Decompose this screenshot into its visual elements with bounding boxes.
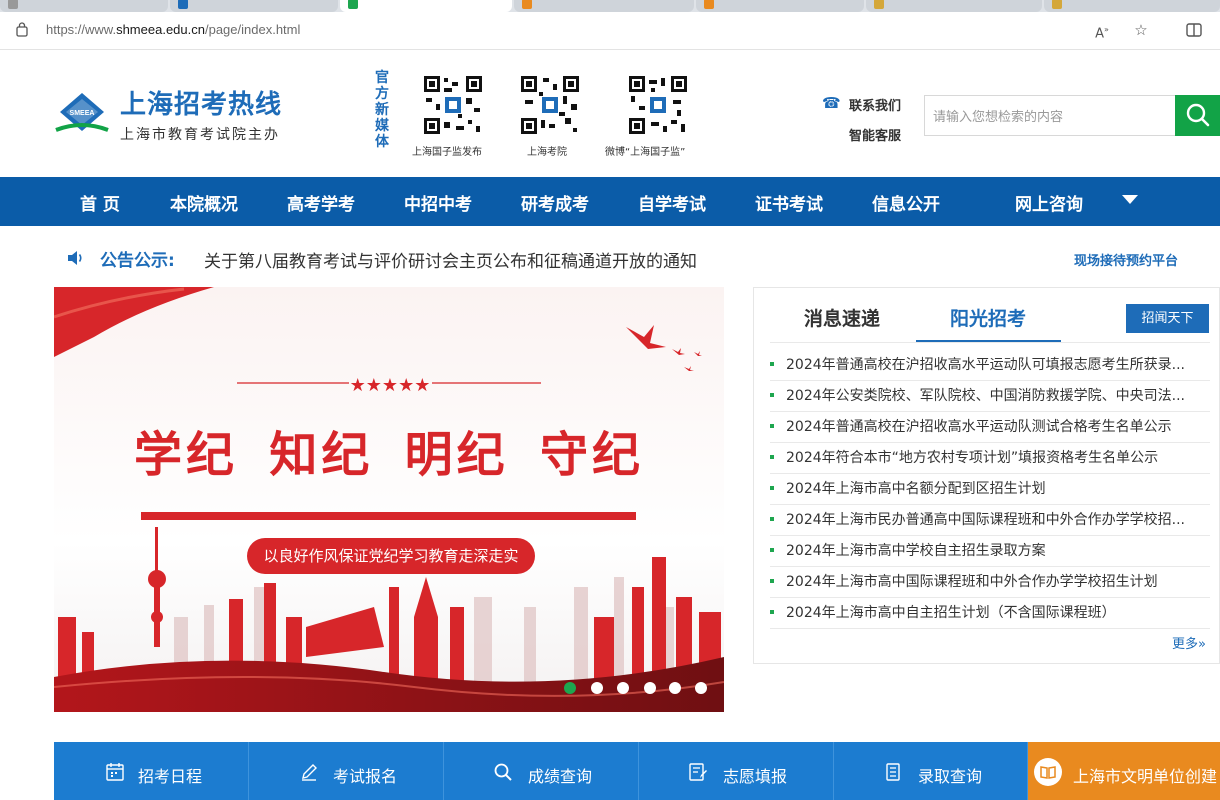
news-list-item[interactable]: 2024年上海市高中名额分配到区招生计划 — [770, 474, 1210, 505]
pen-icon — [302, 764, 317, 781]
news-list-item[interactable]: 2024年上海市民办普通高中国际课程班和中外合作办学学校招... — [770, 505, 1210, 536]
bullet-icon — [770, 454, 774, 459]
phone-icon: ☎ — [822, 94, 841, 112]
news-list-item[interactable]: 2024年普通高校在沪招收高水平运动队测试合格考生名单公示 — [770, 412, 1210, 443]
site-subtitle: 上海市教育考试院主办 — [120, 127, 280, 143]
form-edit-icon — [689, 763, 707, 781]
nav-item-home[interactable]: 首 页 — [80, 190, 120, 215]
nav-item-info-public[interactable]: 信息公开 — [872, 190, 940, 215]
smart-service-link[interactable]: 智能客服 — [849, 125, 901, 144]
qr-caption: 微博“上海国子监” — [605, 147, 686, 158]
main-nav: 首 页 本院概况 高考学考 中招中考 研考成考 自学考试 证书考试 信息公开 网… — [0, 177, 1220, 226]
news-panel: 消息速递 阳光招考 招闻天下 2024年普通高校在沪招收高水平运动队可填报志愿考… — [753, 287, 1220, 664]
news-list-item[interactable]: 2024年上海市高中学校自主招生录取方案 — [770, 536, 1210, 567]
site-title[interactable]: 上海招考热线 — [120, 84, 282, 121]
notice-link[interactable]: 关于第八届教育考试与评价研讨会主页公布和征稿通道开放的通知 — [204, 247, 697, 272]
site-header: SMEEA 上海招考热线 上海市教育考试院主办 官 方 新 媒 体 上海国子监发… — [0, 50, 1220, 177]
split-screen-icon[interactable] — [1184, 20, 1204, 40]
nav-item-about[interactable]: 本院概况 — [170, 190, 238, 215]
nav-item-consult[interactable]: 网上咨询 — [1015, 190, 1083, 215]
quick-link-score-query[interactable]: 成绩查询 — [444, 742, 639, 800]
nav-item-certificate[interactable]: 证书考试 — [755, 190, 823, 215]
quick-link-admission-query[interactable]: 录取查询 — [834, 742, 1028, 800]
quick-links-bar: 招考日程 考试报名 成绩查询 志愿填报 录取查询 上海市文明单位创建 — [54, 742, 1220, 800]
news-list-item[interactable]: 2024年公安类院校、军队院校、中国消防救援学院、中央司法... — [770, 381, 1210, 412]
banner-subtitle: 以良好作风保证党纪学习教育走深走实 — [247, 538, 535, 574]
book-icon — [1034, 758, 1062, 786]
contact-us-link[interactable]: 联系我们 — [849, 95, 901, 114]
carousel-dot[interactable] — [591, 682, 603, 694]
news-list-item[interactable]: 2024年上海市高中国际课程班和中外合作办学学校招生计划 — [770, 567, 1210, 598]
address-bar[interactable]: https://www.shmeea.edu.cn/page/index.htm… — [0, 12, 1220, 50]
news-badge-button[interactable]: 招闻天下 — [1126, 304, 1209, 333]
search-input[interactable]: 请输入您想检索的内容 — [924, 95, 1176, 136]
tab-divider — [770, 342, 1210, 343]
news-list-item[interactable]: 2024年上海市高中自主招生计划（不含国际课程班） — [770, 598, 1210, 629]
browser-tab[interactable] — [1044, 0, 1220, 12]
nav-item-zhongkao[interactable]: 中招中考 — [404, 190, 472, 215]
calendar-icon — [106, 763, 124, 781]
bullet-icon — [770, 609, 774, 614]
tab-sunshine-admission[interactable]: 阳光招考 — [950, 304, 1026, 331]
qr-caption: 上海考院 — [527, 147, 567, 158]
url-text[interactable]: https://www.shmeea.edu.cn/page/index.htm… — [46, 22, 300, 37]
browser-tab[interactable] — [514, 0, 694, 12]
news-list-item[interactable]: 2024年普通高校在沪招收高水平运动队可填报志愿考生所获录... — [770, 350, 1210, 381]
page-info-icon[interactable] — [14, 21, 30, 37]
nav-item-yankao[interactable]: 研考成考 — [521, 190, 589, 215]
browser-tab-strip — [0, 0, 1220, 12]
bullet-icon — [770, 392, 774, 397]
svg-text:★★★★★: ★★★★★ — [350, 375, 431, 396]
bullet-icon — [770, 423, 774, 428]
search-icon — [494, 763, 512, 781]
speaker-icon — [68, 251, 82, 265]
hero-banner[interactable]: ★★★★★ 学纪 知纪 明纪 守纪 以良好作风保证党纪学习教育走深走实 — [54, 287, 724, 712]
tab-news-express[interactable]: 消息速递 — [804, 304, 880, 331]
news-list-item[interactable]: 2024年符合本市“地方农村专项计划”填报资格考生名单公示 — [770, 443, 1210, 474]
official-media-label: 官 方 新 媒 体 — [375, 70, 389, 150]
quick-link-exam-registration[interactable]: 考试报名 — [249, 742, 444, 800]
carousel-dot[interactable] — [644, 682, 656, 694]
reception-booking-link[interactable]: 现场接待预约平台 — [1074, 250, 1178, 269]
quick-link-exam-schedule[interactable]: 招考日程 — [54, 742, 249, 800]
bullet-icon — [770, 516, 774, 521]
banner-title: 学纪 知纪 明纪 守纪 — [133, 429, 644, 482]
carousel-dot[interactable] — [695, 682, 707, 694]
bullet-icon — [770, 485, 774, 490]
qr-code-weibo[interactable] — [627, 74, 689, 136]
browser-tab[interactable] — [0, 0, 168, 12]
more-link[interactable]: 更多» — [1172, 633, 1206, 652]
browser-tab[interactable] — [170, 0, 338, 12]
quick-link-civilized-unit[interactable]: 上海市文明单位创建 — [1028, 742, 1220, 800]
quick-link-application-fill[interactable]: 志愿填报 — [639, 742, 834, 800]
browser-tab-active[interactable] — [340, 0, 512, 12]
bullet-icon — [770, 361, 774, 366]
qr-code-guozijian[interactable] — [422, 74, 484, 136]
browser-tab[interactable] — [866, 0, 1042, 12]
svg-text:SMEEA: SMEEA — [70, 110, 95, 117]
carousel-dot[interactable] — [617, 682, 629, 694]
banner-artwork: ★★★★★ — [54, 287, 724, 712]
bullet-icon — [770, 547, 774, 552]
nav-item-zixue[interactable]: 自学考试 — [638, 190, 706, 215]
search-icon — [1186, 103, 1210, 127]
nav-item-gaokao[interactable]: 高考学考 — [287, 190, 355, 215]
browser-tab[interactable] — [696, 0, 864, 12]
favorite-star-icon[interactable]: ☆ — [1131, 20, 1151, 40]
search-button[interactable] — [1175, 95, 1220, 136]
nav-dropdown-arrow-icon[interactable] — [1122, 195, 1138, 204]
bullet-icon — [770, 578, 774, 583]
smeea-logo[interactable]: SMEEA — [54, 90, 110, 140]
carousel-dot-active[interactable] — [564, 682, 576, 694]
carousel-dot[interactable] — [669, 682, 681, 694]
document-icon — [886, 763, 900, 781]
read-aloud-icon[interactable]: A» — [1092, 20, 1112, 41]
qr-code-kaoyuan[interactable] — [519, 74, 581, 136]
qr-caption: 上海国子监发布 — [412, 147, 482, 158]
notice-label: 公告公示: — [100, 251, 175, 271]
